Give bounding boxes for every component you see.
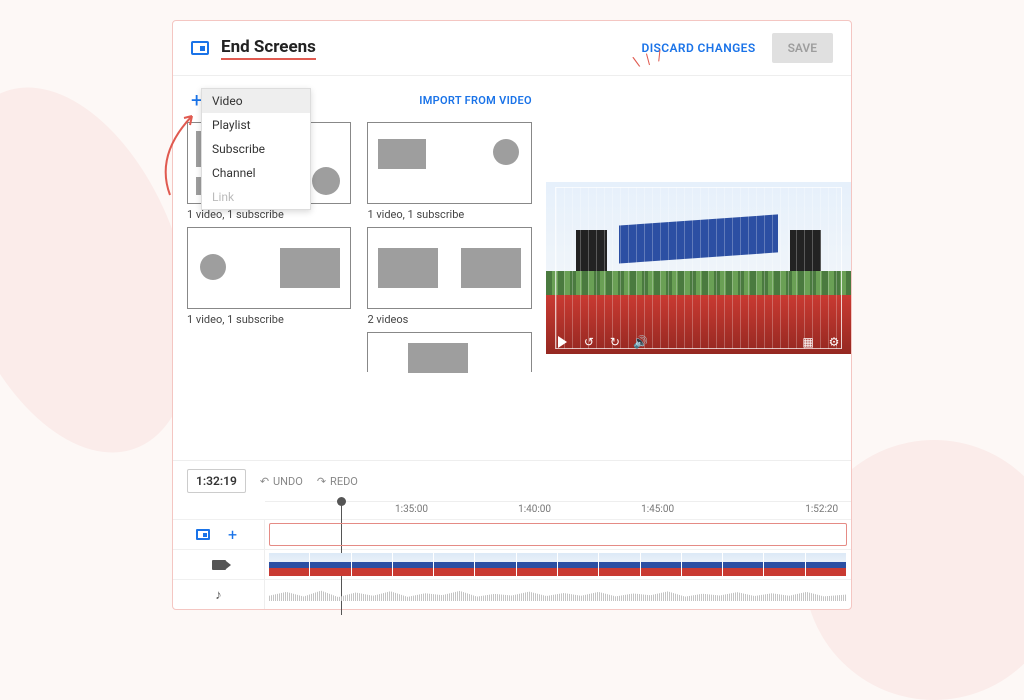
- ruler-label: 1:40:00: [518, 504, 551, 515]
- menu-item-subscribe[interactable]: Subscribe: [202, 137, 310, 161]
- end-screens-editor-window: End Screens \ | / DISCARD CHANGES SAVE +…: [172, 20, 852, 610]
- end-screen-track: +: [173, 519, 851, 549]
- add-end-screen-track-button[interactable]: +: [224, 525, 241, 544]
- template-card[interactable]: 1 video, 1 subscribe: [367, 122, 531, 221]
- redo-button[interactable]: ↷REDO: [317, 475, 358, 488]
- grid-icon[interactable]: ▦: [801, 335, 815, 349]
- current-time-display[interactable]: 1:32:19: [187, 469, 246, 493]
- timeline-ruler[interactable]: 1:35:00 1:40:00 1:45:00 1:52:20: [265, 501, 851, 519]
- template-caption: 1 video, 1 subscribe: [187, 313, 351, 326]
- video-preview[interactable]: ↺ ↻ 🔊 ▦ ⚙: [546, 182, 851, 354]
- video-preview-pane: ↺ ↻ 🔊 ▦ ⚙: [546, 76, 851, 460]
- menu-item-link: Link: [202, 185, 310, 209]
- end-screen-track-icon: [196, 529, 210, 540]
- settings-icon[interactable]: ⚙: [827, 335, 841, 349]
- page-title: End Screens: [221, 37, 316, 60]
- ruler-label: 1:45:00: [641, 504, 674, 515]
- play-icon[interactable]: [556, 335, 570, 349]
- video-track: [173, 549, 851, 579]
- template-card[interactable]: 2 videos: [367, 227, 531, 326]
- video-track-icon: [212, 560, 226, 570]
- menu-item-playlist[interactable]: Playlist: [202, 113, 310, 137]
- undo-button[interactable]: ↶UNDO: [260, 475, 303, 488]
- editor-main: + IMPORT FROM VIDEO Video Playlist Subsc…: [173, 76, 851, 461]
- template-caption: 2 videos: [367, 313, 531, 326]
- annotation-arrow: [150, 110, 210, 200]
- import-from-video-button[interactable]: IMPORT FROM VIDEO: [419, 94, 532, 107]
- template-caption: 1 video, 1 subscribe: [367, 208, 531, 221]
- timeline-panel: 1:32:19 ↶UNDO ↷REDO 1:35:00 1:40:00 1:45…: [173, 461, 851, 609]
- editor-header: End Screens \ | / DISCARD CHANGES SAVE: [173, 21, 851, 76]
- templates-pane: + IMPORT FROM VIDEO Video Playlist Subsc…: [173, 76, 546, 460]
- menu-item-channel[interactable]: Channel: [202, 161, 310, 185]
- menu-item-video[interactable]: Video: [202, 89, 310, 113]
- template-card[interactable]: 1 video, 1 subscribe: [187, 227, 351, 326]
- audio-track-icon: ♪: [215, 587, 222, 603]
- ruler-label: 1:35:00: [395, 504, 428, 515]
- player-controls: ↺ ↻ 🔊 ▦ ⚙: [546, 330, 851, 354]
- add-element-menu: Video Playlist Subscribe Channel Link: [201, 88, 311, 210]
- end-screen-icon: [191, 41, 209, 55]
- template-card[interactable]: [367, 332, 531, 372]
- rewind-icon[interactable]: ↺: [582, 335, 596, 349]
- audio-track: ♪: [173, 579, 851, 609]
- video-filmstrip[interactable]: [269, 553, 847, 576]
- save-button[interactable]: SAVE: [772, 33, 833, 63]
- loop-icon[interactable]: ↻: [608, 335, 622, 349]
- audio-waveform[interactable]: [269, 588, 847, 601]
- volume-icon[interactable]: 🔊: [634, 335, 648, 349]
- end-screen-slot[interactable]: [269, 523, 847, 546]
- annotation-spark: \ | /: [631, 47, 666, 71]
- ruler-label: 1:52:20: [805, 504, 838, 515]
